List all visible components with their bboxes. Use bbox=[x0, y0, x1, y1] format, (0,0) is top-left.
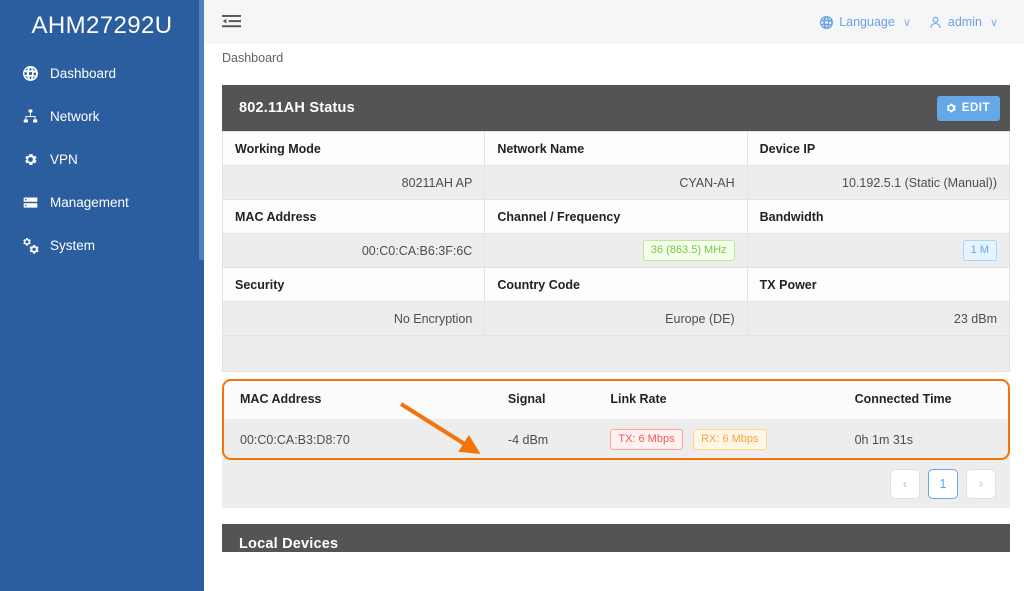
pagination-page-1[interactable]: 1 bbox=[928, 469, 958, 499]
mac-address-value: 00:C0:CA:B6:3F:6C bbox=[221, 233, 486, 268]
status-table: Working Mode Network Name Device IP 8021… bbox=[221, 131, 1011, 336]
status-badge: 36 (863.5) MHz bbox=[642, 240, 735, 261]
local-devices-title: Local Devices bbox=[239, 536, 339, 552]
status-card: 802.11AH Status EDIT Working Mode Networ… bbox=[221, 85, 1011, 508]
gear-icon bbox=[945, 102, 957, 114]
status-card-header: 802.11AH Status EDIT bbox=[222, 85, 1010, 131]
column-header: Channel / Frequency bbox=[484, 199, 748, 234]
table-spacer bbox=[222, 336, 1010, 372]
menu-fold-icon[interactable] bbox=[218, 10, 244, 34]
language-label: Language bbox=[839, 15, 895, 29]
language-selector[interactable]: Language ∨ bbox=[820, 15, 911, 29]
column-header: Security bbox=[221, 267, 486, 302]
tx-rate-badge: TX: 6 Mbps bbox=[610, 429, 683, 451]
user-menu[interactable]: admin ∨ bbox=[929, 15, 998, 29]
pagination-next-button[interactable]: › bbox=[966, 469, 996, 499]
user-label: admin bbox=[947, 15, 982, 29]
sidebar-item-network[interactable]: Network bbox=[0, 95, 204, 138]
column-header: Bandwidth bbox=[746, 199, 1011, 234]
table-row: Working Mode Network Name Device IP bbox=[221, 131, 1011, 166]
tx-power-value: 23 dBm bbox=[746, 301, 1011, 336]
column-header-signal: Signal bbox=[489, 379, 593, 420]
sidebar: AHM27292U Dashboard Network VPN Manageme… bbox=[0, 0, 204, 591]
sidebar-item-label: System bbox=[50, 237, 96, 253]
device-ip-value: 10.192.5.1 (Static (Manual)) bbox=[746, 165, 1011, 200]
breadcrumb-current: Dashboard bbox=[222, 51, 284, 65]
status-badge: 1 M bbox=[962, 240, 997, 261]
table-row: 00:C0:CA:B3:D8:70 -4 dBm TX: 6 Mbps RX: … bbox=[222, 419, 1010, 460]
topbar-actions: Language ∨ admin ∨ bbox=[820, 15, 1012, 29]
client-mac-address: 00:C0:CA:B3:D8:70 bbox=[222, 419, 490, 460]
table-row: 80211AH AP CYAN-AH 10.192.5.1 (Static (M… bbox=[221, 165, 1011, 200]
sidebar-item-vpn[interactable]: VPN bbox=[0, 138, 204, 181]
sidebar-nav: Dashboard Network VPN Management System bbox=[0, 52, 204, 267]
clients-table-wrapper: MAC Address Signal Link Rate Connected T… bbox=[222, 379, 1010, 460]
pagination: ‹ 1 › bbox=[222, 460, 1010, 508]
client-connected-time: 0h 1m 31s bbox=[836, 419, 1010, 460]
chevron-down-icon: ∨ bbox=[989, 16, 998, 29]
network-name-value: CYAN-AH bbox=[484, 165, 748, 200]
main-area: Language ∨ admin ∨ Dashboard 802.11AH St… bbox=[204, 0, 1024, 591]
user-icon bbox=[929, 16, 942, 29]
connected-clients-table: MAC Address Signal Link Rate Connected T… bbox=[222, 379, 1010, 460]
country-code-value: Europe (DE) bbox=[484, 301, 748, 336]
column-header-mac: MAC Address bbox=[222, 379, 490, 420]
client-link-rate: TX: 6 Mbps RX: 6 Mbps bbox=[592, 419, 837, 460]
edit-button-label: EDIT bbox=[961, 102, 990, 114]
table-row: MAC Address Channel / Frequency Bandwidt… bbox=[221, 199, 1011, 234]
content-scroll-region: 802.11AH Status EDIT Working Mode Networ… bbox=[204, 72, 1024, 591]
channel-frequency-cell: 36 (863.5) MHz bbox=[484, 233, 748, 268]
network-tree-icon bbox=[22, 108, 39, 125]
sidebar-item-management[interactable]: Management bbox=[0, 181, 204, 224]
sidebar-item-label: Network bbox=[50, 108, 100, 124]
client-signal: -4 dBm bbox=[489, 419, 593, 460]
table-header-row: MAC Address Signal Link Rate Connected T… bbox=[222, 379, 1010, 420]
security-value: No Encryption bbox=[221, 301, 486, 336]
column-header: TX Power bbox=[746, 267, 1011, 302]
column-header-connected-time: Connected Time bbox=[836, 379, 1010, 420]
table-row: Security Country Code TX Power bbox=[221, 267, 1011, 302]
edit-button[interactable]: EDIT bbox=[936, 95, 1000, 121]
bandwidth-cell: 1 M bbox=[746, 233, 1011, 268]
pagination-prev-button[interactable]: ‹ bbox=[890, 469, 920, 499]
server-stack-icon bbox=[22, 194, 39, 211]
table-row: 00:C0:CA:B6:3F:6C 36 (863.5) MHz 1 M bbox=[221, 233, 1011, 268]
column-header: Working Mode bbox=[221, 131, 486, 166]
brand-title: AHM27292U bbox=[31, 12, 173, 39]
topbar: Language ∨ admin ∨ bbox=[204, 0, 1024, 44]
page-title: 802.11AH Status bbox=[239, 100, 355, 116]
sidebar-item-label: VPN bbox=[50, 151, 78, 167]
column-header-link-rate: Link Rate bbox=[592, 379, 837, 420]
column-header: Network Name bbox=[484, 131, 748, 166]
gears-icon bbox=[22, 237, 39, 254]
sidebar-item-system[interactable]: System bbox=[0, 224, 204, 267]
rx-rate-badge: RX: 6 Mbps bbox=[693, 429, 767, 451]
chevron-down-icon: ∨ bbox=[902, 16, 911, 29]
sidebar-item-dashboard[interactable]: Dashboard bbox=[0, 52, 204, 95]
globe-icon bbox=[820, 15, 834, 29]
table-row: No Encryption Europe (DE) 23 dBm bbox=[221, 301, 1011, 336]
sidebar-item-label: Dashboard bbox=[50, 65, 117, 81]
working-mode-value: 80211AH AP bbox=[221, 165, 486, 200]
sidebar-item-label: Management bbox=[50, 194, 129, 210]
gear-icon bbox=[22, 151, 39, 168]
column-header: Country Code bbox=[484, 267, 748, 302]
column-header: Device IP bbox=[746, 131, 1011, 166]
breadcrumb: Dashboard bbox=[204, 44, 1024, 72]
globe-icon bbox=[22, 65, 39, 82]
local-devices-card: Local Devices bbox=[222, 524, 1010, 552]
app-root: AHM27292U Dashboard Network VPN Manageme… bbox=[0, 0, 1024, 591]
column-header: MAC Address bbox=[221, 199, 486, 234]
